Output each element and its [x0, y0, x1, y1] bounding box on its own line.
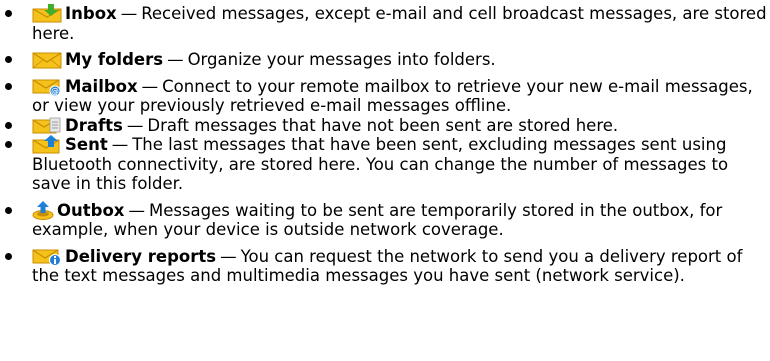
folder-description: The last messages that have been sent, e…: [32, 135, 729, 193]
sent-icon: [32, 135, 62, 154]
list-item-outbox: Outbox — Messages waiting to be sent are t…: [0, 200, 770, 240]
separator-dash: —: [167, 50, 184, 69]
folder-name: Mailbox: [65, 76, 138, 96]
svg-text:@: @: [51, 87, 59, 96]
bullet: [5, 56, 12, 63]
separator-dash: —: [126, 115, 144, 135]
my-folders-icon: [32, 50, 62, 69]
delivery-reports-icon: [32, 247, 62, 266]
bullet: [5, 10, 12, 17]
bullet: [5, 206, 12, 214]
list-item-sent: Sent — The last messages that have been se…: [0, 135, 770, 194]
bullet: [5, 82, 12, 90]
bullet: [5, 252, 12, 260]
folder-name: Outbox: [57, 200, 125, 220]
folder-name: Sent: [65, 135, 108, 154]
list-item-my-folders: My folders — Organize your messages into f…: [0, 50, 770, 70]
folder-name: Delivery reports: [65, 246, 217, 266]
folder-description: Received messages, except e-mail and cel…: [32, 4, 767, 43]
bullet: [5, 121, 12, 129]
folder-description: Organize your messages into folders.: [187, 50, 496, 69]
drafts-icon: [32, 116, 62, 135]
folder-description: Draft messages that have not been sent a…: [147, 115, 619, 135]
list-item-inbox: Inbox — Received messages, except e-mail a…: [0, 4, 770, 43]
list-item-drafts: Drafts — Draft messages that have not been…: [0, 116, 770, 136]
inbox-folder-icon: [32, 4, 62, 23]
bullet: [5, 141, 12, 148]
separator-dash: —: [141, 76, 159, 96]
folder-name: Inbox: [65, 4, 117, 23]
message-folder-list: Inbox — Received messages, except e-mail a…: [0, 4, 770, 286]
outbox-icon: [32, 200, 54, 220]
folder-name: Drafts: [65, 115, 123, 135]
list-item-mailbox: @ Mailbox — Connect to your remote mailbox…: [0, 77, 770, 116]
separator-dash: —: [111, 135, 129, 154]
list-item-delivery-reports: Delivery reports — You can request the net…: [0, 247, 770, 286]
separator-dash: —: [120, 4, 138, 23]
separator-dash: —: [220, 246, 237, 266]
mailbox-icon: @: [32, 77, 62, 96]
folder-name: My folders: [65, 50, 164, 69]
separator-dash: —: [128, 200, 145, 220]
